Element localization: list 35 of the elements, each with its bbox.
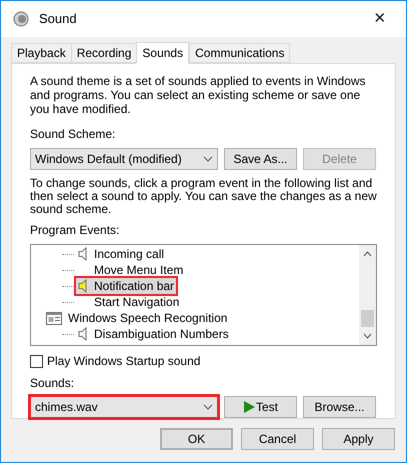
scheme-button[interactable]: Save As... bbox=[224, 148, 297, 170]
startup-checkbox[interactable] bbox=[30, 354, 43, 368]
startup-label: Play Windows Startup sound bbox=[47, 353, 200, 370]
chevron-down-icon bbox=[203, 404, 213, 410]
sounds-dropdown[interactable]: chimes.wav bbox=[30, 396, 218, 418]
tab[interactable]: Recording bbox=[70, 43, 138, 63]
window-title: Sound bbox=[39, 10, 77, 28]
event-item[interactable]: Notification bar bbox=[76, 278, 176, 294]
event-item[interactable]: Disambiguation Numbers bbox=[76, 326, 231, 342]
scroll-thumb[interactable] bbox=[361, 310, 374, 327]
play-icon bbox=[242, 401, 255, 413]
browse-button[interactable]: Browse... bbox=[303, 396, 376, 418]
test-button[interactable]: Test bbox=[224, 396, 297, 418]
dialog-button[interactable]: OK bbox=[160, 428, 233, 450]
chevron-down-icon bbox=[203, 156, 213, 162]
intro-text: A sound theme is a set of sounds applied to events in Windows and programs. You can select an existing scheme or save one you have modified. bbox=[30, 74, 367, 116]
tab[interactable]: Playback bbox=[11, 43, 72, 63]
scrollbar[interactable] bbox=[359, 245, 376, 345]
events-label: Program Events: bbox=[30, 222, 120, 239]
instructions-text: To change sounds, click a program event in the following list and then select a sound to apply. You can save the changes as a new sound scheme. bbox=[30, 177, 377, 216]
event-item[interactable]: Start Navigation bbox=[76, 294, 182, 310]
scheme-label: Sound Scheme: bbox=[30, 126, 116, 143]
dialog-button[interactable]: Cancel bbox=[241, 428, 314, 450]
event-item[interactable]: Move Menu Item bbox=[76, 262, 186, 278]
scroll-up-icon[interactable] bbox=[363, 251, 372, 257]
window-icon bbox=[46, 312, 62, 324]
event-item[interactable]: Windows Speech Recognition bbox=[44, 310, 230, 326]
dialog-button[interactable]: Apply bbox=[322, 428, 395, 450]
scroll-down-icon[interactable] bbox=[363, 333, 372, 339]
event-item[interactable]: Incoming call bbox=[76, 246, 166, 262]
sounds-label: Sounds: bbox=[30, 375, 76, 392]
scheme-dropdown[interactable]: Windows Default (modified) bbox=[30, 148, 218, 170]
tab[interactable]: Communications bbox=[189, 43, 290, 63]
tab[interactable]: Sounds bbox=[136, 42, 190, 64]
close-button[interactable]: ✕ bbox=[366, 8, 394, 30]
